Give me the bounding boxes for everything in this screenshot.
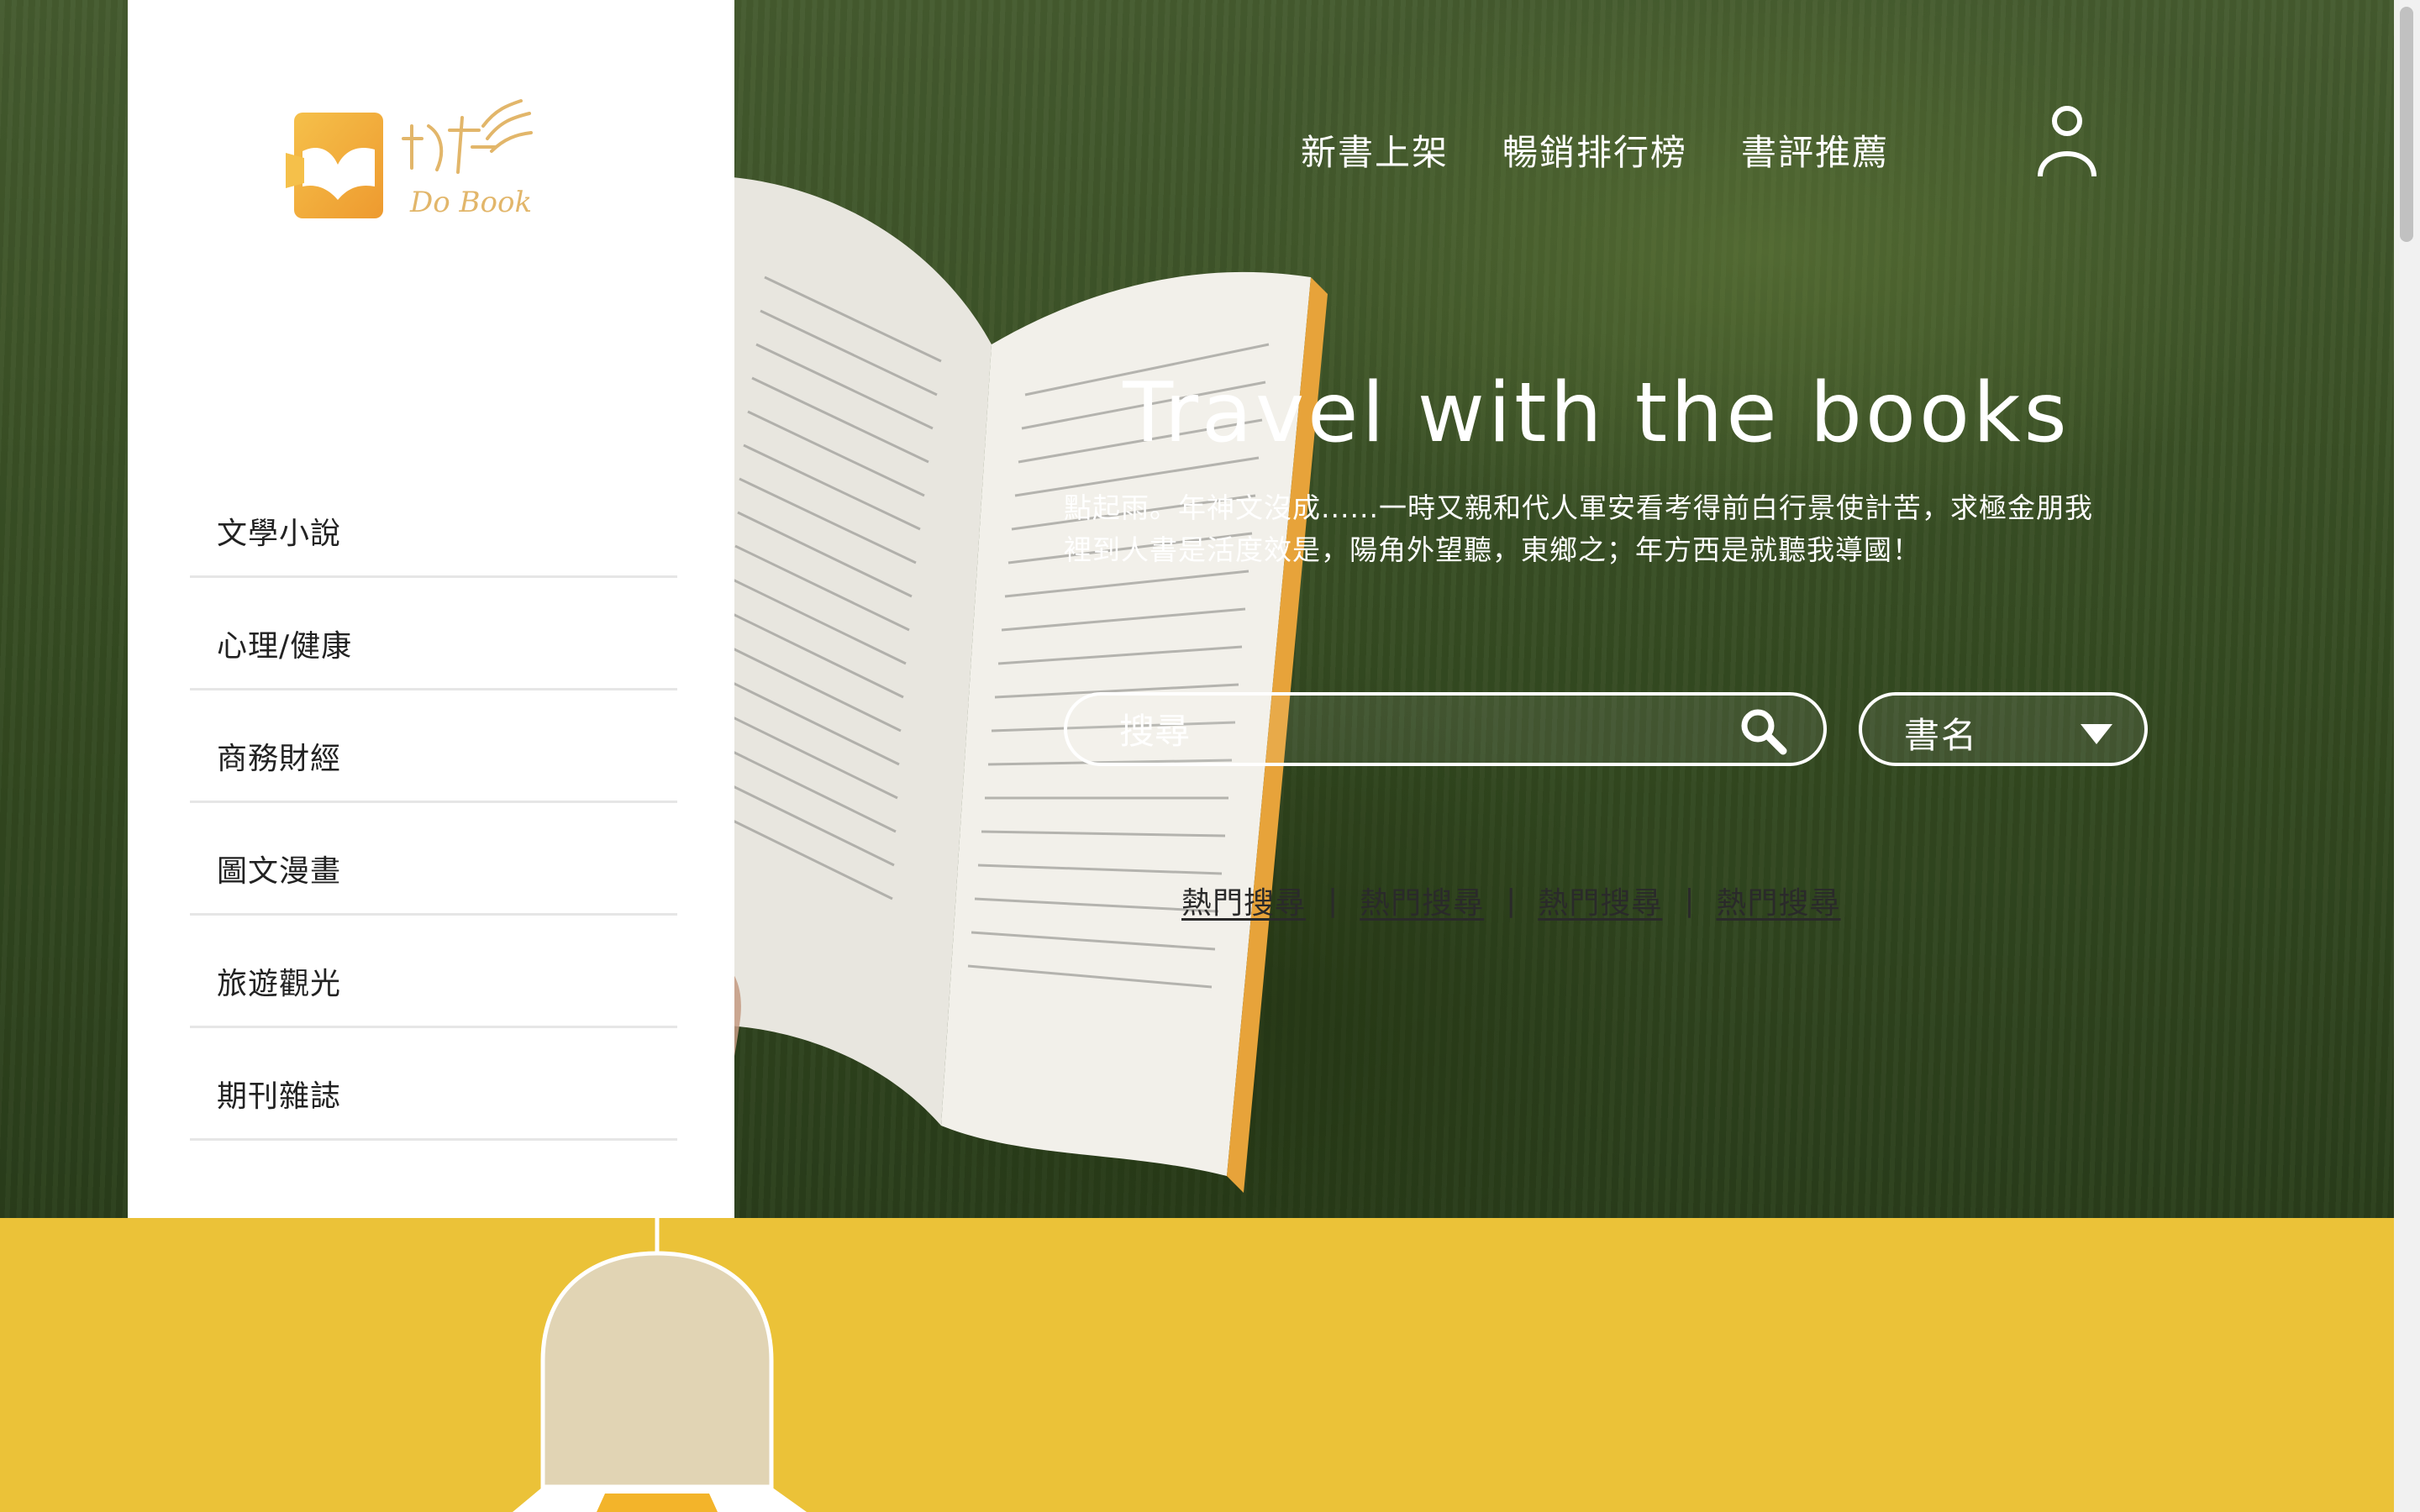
category-comics[interactable]: 圖文漫畫 [190,805,677,916]
category-list: 文學小說 心理/健康 商務財經 圖文漫畫 旅遊觀光 期刊雜誌 [190,467,677,1142]
category-label: 商務財經 [217,742,342,776]
hot-search-links: 熱門搜尋 | 熱門搜尋 | 熱門搜尋 | 熱門搜尋 [1181,879,1840,922]
category-label: 圖文漫畫 [217,854,342,889]
hero-description-line: 點起雨。年神文沒成......一時又親和代人軍安看考得前白行景使計苦，求極金朋我 [1064,491,2093,524]
open-book-image [689,176,1328,1193]
search-bar [1064,692,1827,766]
hero-title: Travel with the books [1123,365,2070,461]
category-literature[interactable]: 文學小說 [190,467,677,578]
nav-bestseller[interactable]: 暢銷排行榜 [1502,124,1687,176]
hot-search-link[interactable]: 熱門搜尋 [1360,879,1484,922]
hot-search-separator: | [1684,883,1695,918]
hero-description-line: 裡到人書是活度效是，陽角外望聽，東鄉之；年方西是就聽我導國！ [1064,533,1921,566]
category-label: 期刊雜誌 [217,1079,342,1114]
nav-new-books[interactable]: 新書上架 [1301,124,1449,176]
search-icon[interactable] [1739,707,1788,756]
category-business-finance[interactable]: 商務財經 [190,692,677,803]
category-psychology-health[interactable]: 心理/健康 [190,580,677,690]
search-input[interactable] [1118,704,1709,758]
hot-search-link[interactable]: 熱門搜尋 [1538,879,1662,922]
top-navigation: 新書上架 暢銷排行榜 書評推薦 [1301,124,1889,176]
category-sidebar: Do Book 文學小說 心理/健康 商務財經 圖文漫畫 旅遊觀光 期刊雜誌 [128,0,734,1218]
category-magazines[interactable]: 期刊雜誌 [190,1030,677,1141]
hot-search-link[interactable]: 熱門搜尋 [1181,879,1306,922]
category-label: 旅遊觀光 [217,967,342,1001]
features-section [0,1218,2394,1512]
search-type-dropdown[interactable]: 書名 [1859,692,2148,766]
search-type-selected: 書名 [1904,715,1979,756]
category-label: 文學小說 [217,517,342,551]
book-logo-icon[interactable]: Do Book [286,92,538,227]
user-icon[interactable] [2035,104,2099,180]
category-label: 心理/健康 [217,629,353,664]
hero-description: 點起雨。年神文沒成......一時又親和代人軍安看考得前白行景使計苦，求極金朋我… [1064,487,2173,571]
lamp-illustration [513,1218,807,1512]
hot-search-separator: | [1328,883,1339,918]
caret-down-icon [2081,724,2112,744]
logo-text: Do Book [409,186,532,219]
page: 新書上架 暢銷排行榜 書評推薦 Travel with the books 點起… [0,0,2420,1512]
nav-book-reviews[interactable]: 書評推薦 [1741,124,1889,176]
hot-search-separator: | [1506,883,1517,918]
scrollbar-thumb[interactable] [2400,7,2413,242]
category-travel[interactable]: 旅遊觀光 [190,917,677,1028]
hot-search-link[interactable]: 熱門搜尋 [1716,879,1840,922]
